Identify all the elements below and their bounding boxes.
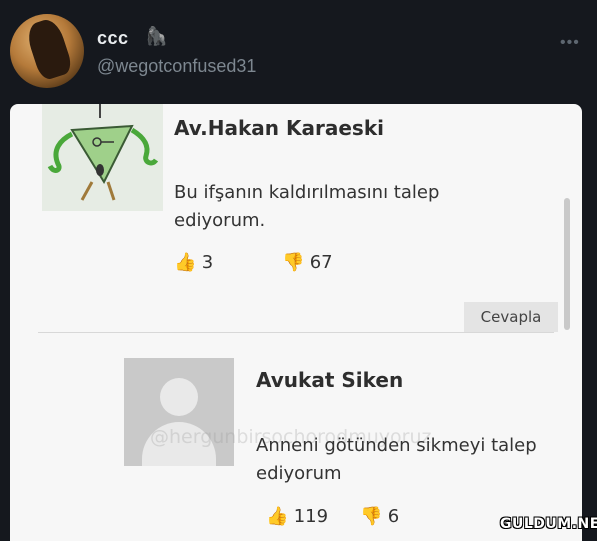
scrollbar[interactable] bbox=[564, 198, 570, 330]
like-button[interactable]: 👍 3 bbox=[174, 252, 213, 273]
more-horizontal-icon[interactable]: ••• bbox=[560, 34, 580, 52]
reply-like-button[interactable]: 👍 119 bbox=[266, 506, 328, 527]
reply-like-count: 119 bbox=[293, 506, 329, 527]
divider bbox=[38, 332, 554, 333]
thumbs-down-icon: 👎 bbox=[282, 252, 305, 273]
commenter-avatar bbox=[42, 104, 163, 211]
dislike-button[interactable]: 👎 67 bbox=[282, 252, 333, 273]
triangle-character-icon bbox=[47, 104, 159, 201]
thumbs-down-icon: 👎 bbox=[360, 506, 383, 527]
gorilla-emoji-icon: 🦍 bbox=[145, 26, 168, 46]
thumbs-up-icon: 👍 bbox=[266, 506, 289, 527]
tweet-header: ccc 🦍 @wegotconfused31 ••• bbox=[0, 0, 597, 104]
reply-button[interactable]: Cevapla bbox=[464, 302, 558, 332]
avatar[interactable] bbox=[10, 14, 84, 88]
comment-screenshot: Av.Hakan Karaeski Bu ifşanın kaldırılmas… bbox=[10, 104, 582, 541]
comment-author[interactable]: Av.Hakan Karaeski bbox=[174, 116, 384, 140]
user-handle[interactable]: @wegotconfused31 bbox=[97, 56, 256, 77]
comment-text: Bu ifşanın kaldırılmasını talep ediyorum… bbox=[174, 182, 440, 231]
dislike-count: 67 bbox=[309, 252, 333, 273]
display-name[interactable]: ccc bbox=[97, 28, 129, 49]
like-count: 3 bbox=[201, 252, 214, 273]
site-watermark-logo: GULDUM.NET bbox=[500, 516, 597, 532]
reply-author[interactable]: Avukat Siken bbox=[256, 368, 403, 392]
reply-dislike-count: 6 bbox=[387, 506, 400, 527]
thumbs-up-icon: 👍 bbox=[174, 252, 197, 273]
reply-dislike-button[interactable]: 👎 6 bbox=[360, 506, 399, 527]
default-avatar bbox=[124, 358, 234, 466]
reply-text: Anneni götünden sikmeyi talep ediyorum bbox=[256, 435, 537, 484]
